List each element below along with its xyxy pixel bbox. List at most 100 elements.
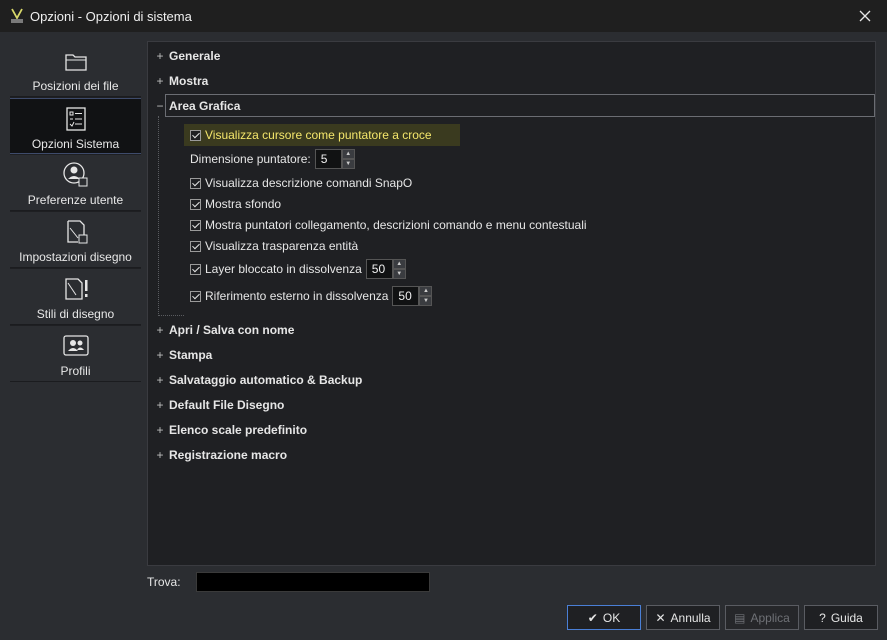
option-cursor-crosshair[interactable]: Visualizza cursore come puntatore a croc… (190, 125, 432, 145)
title-bar: Opzioni - Opzioni di sistema (0, 0, 887, 32)
stepper-down-icon[interactable]: ▼ (419, 296, 433, 306)
sidebar-item-file-locations[interactable]: Posizioni dei file (10, 41, 141, 97)
expand-icon[interactable]: + (152, 448, 168, 462)
drawing-settings-icon (67, 220, 88, 244)
sidebar-item-label: Profili (60, 364, 91, 378)
expand-icon[interactable]: + (152, 398, 168, 412)
option-label: Visualizza descrizione comandi SnapO (205, 176, 413, 190)
tree-node-autosave[interactable]: + Salvataggio automatico & Backup (148, 371, 362, 389)
tree-node-label[interactable]: Mostra (169, 74, 208, 88)
tree-node-apri-salva[interactable]: + Apri / Salva con nome (148, 321, 294, 339)
close-icon[interactable] (855, 6, 875, 26)
apply-icon: ▤ (734, 610, 746, 625)
stepper-up-icon[interactable]: ▲ (341, 149, 355, 159)
tree-node-generale[interactable]: + Generale (148, 47, 220, 65)
tree-node-label[interactable]: Generale (169, 49, 220, 63)
option-label: Riferimento esterno in dissolvenza (205, 289, 389, 303)
help-icon: ? (819, 610, 826, 625)
locked-layer-fade-stepper[interactable]: 50 ▲ ▼ (365, 259, 406, 279)
tree-node-label[interactable]: Default File Disegno (169, 398, 284, 412)
checklist-icon (66, 107, 86, 131)
checkbox-checked[interactable] (190, 240, 201, 252)
option-snapo-desc[interactable]: Visualizza descrizione comandi SnapO (190, 173, 412, 193)
sidebar-item-label: Preferenze utente (27, 193, 124, 207)
checkbox-checked[interactable] (190, 198, 201, 210)
sidebar-item-label: Stili di disegno (36, 307, 115, 321)
stepper-value[interactable]: 5 (314, 149, 342, 169)
tree-node-label[interactable]: Salvataggio automatico & Backup (169, 373, 362, 387)
expand-icon[interactable]: + (152, 323, 168, 337)
tree-guide-line (158, 315, 184, 316)
cancel-label: Annulla (670, 610, 711, 625)
search-input[interactable] (196, 572, 430, 592)
folder-icon (65, 54, 87, 71)
apply-label: Applica (750, 610, 790, 625)
option-link-pointers[interactable]: Mostra puntatori collegamento, descrizio… (190, 215, 587, 235)
profile-icon (63, 335, 89, 356)
sidebar-item-label: Opzioni Sistema (31, 137, 120, 151)
tree-guide-line (158, 116, 159, 316)
sidebar-item-drawing-settings[interactable]: Impostazioni disegno (10, 212, 141, 268)
tree-node-default-file[interactable]: + Default File Disegno (148, 396, 284, 414)
help-button[interactable]: ? Guida (804, 605, 878, 630)
check-icon: ✔ (587, 610, 598, 625)
sidebar-item-system-options[interactable]: Opzioni Sistema (10, 98, 141, 154)
expand-icon[interactable]: + (152, 49, 168, 63)
checkbox-checked[interactable] (190, 129, 201, 141)
option-locked-layer-fade[interactable]: Layer bloccato in dissolvenza 50 ▲ ▼ (190, 259, 406, 279)
tree-node-label[interactable]: Apri / Salva con nome (169, 323, 294, 337)
option-entity-transparency[interactable]: Visualizza trasparenza entità (190, 236, 358, 256)
drawing-styles-icon (65, 278, 88, 300)
option-label: Visualizza trasparenza entità (205, 239, 359, 253)
tree-node-stampa[interactable]: + Stampa (148, 346, 212, 364)
user-settings-icon (63, 162, 88, 187)
selected-node-frame (165, 94, 875, 117)
option-xref-fade[interactable]: Riferimento esterno in dissolvenza 50 ▲ … (190, 286, 433, 306)
option-pointer-size: Dimensione puntatore: 5 ▲ ▼ (190, 149, 355, 169)
expand-icon[interactable]: + (152, 74, 168, 88)
checkbox-checked[interactable] (190, 290, 201, 302)
close-icon: ✕ (655, 610, 666, 625)
stepper-up-icon[interactable]: ▲ (392, 259, 406, 269)
stepper-value[interactable]: 50 (365, 259, 393, 279)
sidebar-item-drawing-styles[interactable]: Stili di disegno (10, 269, 141, 325)
checkbox-checked[interactable] (190, 177, 201, 189)
tree-node-label[interactable]: Stampa (169, 348, 212, 362)
cancel-button[interactable]: ✕ Annulla (646, 605, 720, 630)
collapse-icon[interactable]: − (152, 99, 168, 113)
option-show-background[interactable]: Mostra sfondo (190, 194, 281, 214)
sidebar: Posizioni dei file Opzioni Sistema Prefe… (10, 41, 141, 382)
stepper-up-icon[interactable]: ▲ (419, 286, 433, 296)
option-label: Visualizza cursore come puntatore a croc… (205, 128, 432, 142)
search-label: Trova: (147, 575, 181, 589)
expand-icon[interactable]: + (152, 348, 168, 362)
sidebar-item-label: Impostazioni disegno (19, 250, 132, 264)
help-label: Guida (830, 610, 863, 625)
tree-node-label[interactable]: Area Grafica (169, 99, 240, 113)
xref-fade-stepper[interactable]: 50 ▲ ▼ (392, 286, 433, 306)
option-label: Dimensione puntatore: (190, 152, 311, 166)
tree-node-scale-list[interactable]: + Elenco scale predefinito (148, 421, 307, 439)
expand-icon[interactable]: + (152, 373, 168, 387)
ok-label: OK (602, 610, 621, 625)
tree-node-label[interactable]: Registrazione macro (169, 448, 287, 462)
tree-node-macro-recording[interactable]: + Registrazione macro (148, 446, 287, 464)
tree-node-label[interactable]: Elenco scale predefinito (169, 423, 307, 437)
pointer-size-stepper[interactable]: 5 ▲ ▼ (314, 149, 355, 169)
expand-icon[interactable]: + (152, 423, 168, 437)
window-title: Opzioni - Opzioni di sistema (30, 8, 192, 24)
sidebar-item-profiles[interactable]: Profili (10, 326, 141, 382)
sidebar-item-label: Posizioni dei file (32, 79, 119, 93)
stepper-value[interactable]: 50 (392, 286, 420, 306)
app-logo-icon (11, 8, 23, 23)
apply-button[interactable]: ▤ Applica (725, 605, 799, 630)
tree-node-mostra[interactable]: + Mostra (148, 72, 208, 90)
checkbox-checked[interactable] (190, 219, 201, 231)
stepper-down-icon[interactable]: ▼ (392, 269, 406, 279)
checkbox-checked[interactable] (190, 263, 201, 275)
sidebar-item-user-preferences[interactable]: Preferenze utente (10, 155, 141, 211)
ok-button[interactable]: ✔ OK (567, 605, 641, 630)
option-label: Layer bloccato in dissolvenza (205, 262, 362, 276)
tree-node-area-grafica[interactable]: − Area Grafica (148, 97, 240, 115)
stepper-down-icon[interactable]: ▼ (341, 159, 355, 169)
